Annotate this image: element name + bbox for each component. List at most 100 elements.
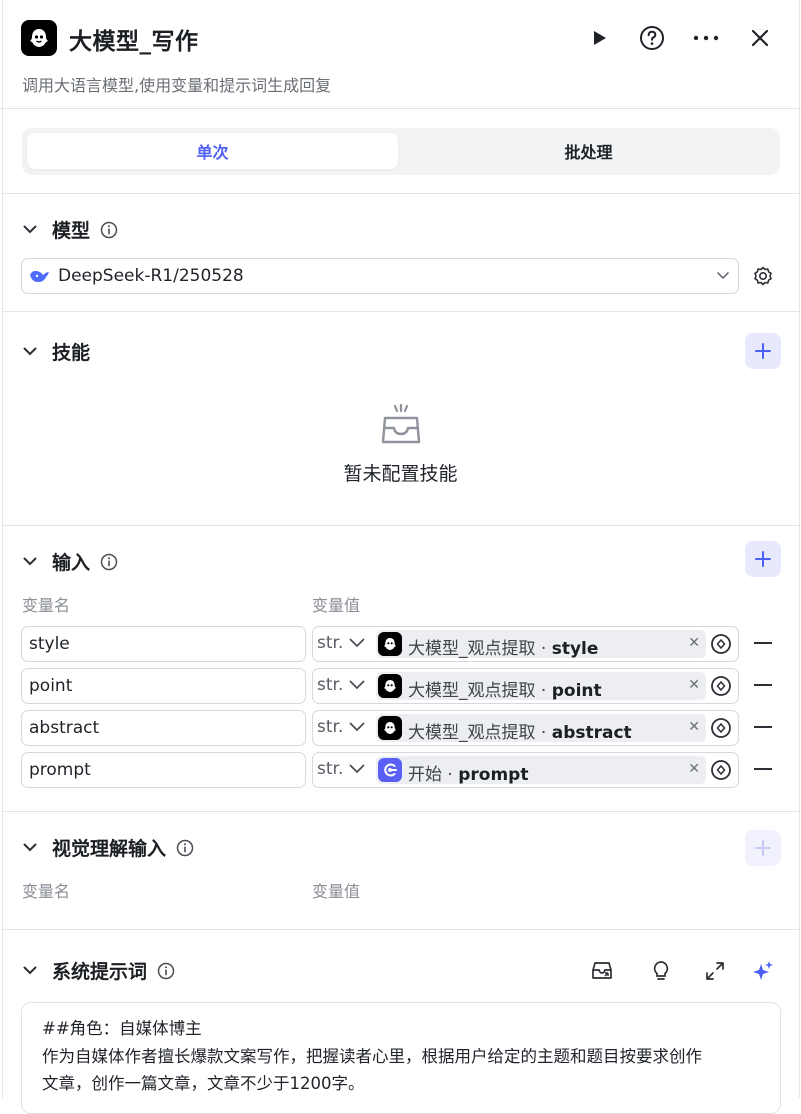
panel-right-border — [799, 0, 800, 1098]
tab-batch[interactable]: 批处理 — [402, 133, 775, 169]
remove-row-icon[interactable] — [754, 726, 772, 728]
run-icon[interactable] — [585, 24, 613, 52]
model-settings-gear-icon[interactable] — [751, 264, 775, 288]
model-select[interactable]: DeepSeek-R1/250528 — [21, 258, 739, 294]
variable-type-select[interactable]: str. — [312, 752, 374, 788]
variable-name-input[interactable]: point — [21, 668, 306, 704]
chevron-down-icon — [349, 680, 365, 690]
panel-left-border — [2, 0, 3, 1098]
variable-name-input[interactable]: style — [21, 626, 306, 662]
remove-row-icon[interactable] — [754, 768, 772, 770]
variable-picker-icon[interactable] — [710, 759, 732, 781]
variable-type-text: str. — [317, 717, 344, 737]
prompt-line: 文章，创作一篇文章，文章不少于1200字。 — [42, 1074, 365, 1093]
close-icon[interactable] — [746, 24, 774, 52]
col-header-value: 变量值 — [312, 882, 361, 901]
skills-section-title: 技能 — [52, 342, 91, 364]
model-section-header[interactable]: 模型 — [22, 216, 118, 243]
variable-picker-icon[interactable] — [710, 675, 732, 697]
variable-name-text: point — [29, 676, 73, 696]
variable-name-text: style — [29, 634, 70, 654]
add-skill-button[interactable] — [745, 333, 781, 369]
system-prompt-section-header[interactable]: 系统提示词 — [22, 957, 175, 984]
ai-sparkle-icon[interactable] — [750, 958, 776, 984]
info-icon[interactable] — [157, 962, 175, 980]
reference-text: 大模型_观点提取 · style — [408, 639, 599, 659]
clear-reference-icon[interactable]: ✕ — [688, 635, 700, 651]
system-prompt-editor[interactable]: ##角色：自媒体博主 作为自媒体作者擅长爆款文案写作，把握读者心里，根据用户给定… — [21, 1002, 781, 1114]
deepseek-whale-icon — [30, 270, 49, 282]
vision-section-title: 视觉理解输入 — [52, 838, 167, 860]
reference-text: 开始 · prompt — [408, 765, 529, 785]
variable-type-text: str. — [317, 759, 344, 779]
mode-tabs: 单次 批处理 — [22, 128, 780, 175]
help-icon[interactable] — [638, 24, 666, 52]
plus-icon — [755, 840, 771, 856]
reference-chip[interactable]: 大模型_观点提取 · point ✕ — [376, 672, 706, 701]
vision-section-header[interactable]: 视觉理解输入 — [22, 834, 194, 861]
chevron-down-icon[interactable] — [22, 963, 38, 979]
remove-row-icon[interactable] — [754, 642, 772, 644]
variable-picker-icon[interactable] — [710, 717, 732, 739]
variable-value-ref[interactable]: 开始 · prompt ✕ — [372, 752, 739, 788]
library-icon[interactable] — [589, 958, 615, 984]
chevron-down-icon — [349, 722, 365, 732]
chevron-down-icon[interactable] — [22, 344, 38, 360]
chevron-down-icon[interactable] — [22, 840, 38, 856]
chevron-down-icon[interactable] — [22, 554, 38, 570]
llm-node-icon — [378, 632, 402, 656]
reference-chip[interactable]: 开始 · prompt ✕ — [376, 756, 706, 785]
variable-name-input[interactable]: prompt — [21, 752, 306, 788]
variable-name-text: abstract — [29, 718, 100, 738]
skills-section-header[interactable]: 技能 — [22, 338, 90, 365]
system-prompt-title: 系统提示词 — [52, 961, 148, 983]
variable-type-select[interactable]: str. — [312, 710, 374, 746]
variable-type-text: str. — [317, 675, 344, 695]
plus-icon — [755, 551, 771, 567]
chevron-down-icon — [349, 638, 365, 648]
variable-type-select[interactable]: str. — [312, 668, 374, 704]
skills-empty-text: 暂未配置技能 — [343, 463, 458, 485]
empty-inbox-icon — [379, 403, 423, 446]
variable-name-input[interactable]: abstract — [21, 710, 306, 746]
divider — [3, 193, 800, 194]
info-icon[interactable] — [176, 839, 194, 857]
tab-single[interactable]: 单次 — [27, 133, 398, 169]
info-icon[interactable] — [100, 221, 118, 239]
input-section-header[interactable]: 输入 — [22, 548, 118, 575]
node-title: 大模型_写作 — [69, 29, 199, 55]
clear-reference-icon[interactable]: ✕ — [688, 761, 700, 777]
clear-reference-icon[interactable]: ✕ — [688, 677, 700, 693]
reference-chip[interactable]: 大模型_观点提取 · abstract ✕ — [376, 714, 706, 743]
model-name: DeepSeek-R1/250528 — [58, 266, 244, 286]
reference-text: 大模型_观点提取 · abstract — [408, 723, 632, 743]
variable-type-select[interactable]: str. — [312, 626, 374, 662]
divider — [3, 311, 800, 312]
input-section-title: 输入 — [52, 552, 91, 574]
info-icon[interactable] — [100, 553, 118, 571]
divider — [3, 811, 800, 812]
variable-value-ref[interactable]: 大模型_观点提取 · point ✕ — [372, 668, 739, 704]
chevron-down-icon — [717, 272, 729, 280]
add-vision-input-button[interactable] — [745, 830, 781, 866]
llm-node-icon — [378, 716, 402, 740]
variable-value-ref[interactable]: 大模型_观点提取 · style ✕ — [372, 626, 739, 662]
node-config-panel: 大模型_写作 调用大语言模型,使用变量和提示词生成回复 单次 批处理 模型 De… — [0, 0, 801, 1114]
variable-value-ref[interactable]: 大模型_观点提取 · abstract ✕ — [372, 710, 739, 746]
plus-icon — [755, 343, 771, 359]
variable-picker-icon[interactable] — [710, 633, 732, 655]
divider — [3, 929, 800, 930]
chevron-down-icon[interactable] — [22, 222, 38, 238]
clear-reference-icon[interactable]: ✕ — [688, 719, 700, 735]
expand-icon[interactable] — [702, 958, 728, 984]
node-description: 调用大语言模型,使用变量和提示词生成回复 — [22, 76, 332, 95]
more-icon[interactable] — [692, 24, 720, 52]
llm-node-icon — [21, 20, 57, 56]
add-input-button[interactable] — [745, 541, 781, 577]
col-header-name: 变量名 — [22, 596, 71, 615]
idea-icon[interactable] — [648, 958, 674, 984]
prompt-line: 作为自媒体作者擅长爆款文案写作，把握读者心里，根据用户给定的主题和题目按要求创作 — [42, 1047, 702, 1066]
reference-chip[interactable]: 大模型_观点提取 · style ✕ — [376, 630, 706, 659]
remove-row-icon[interactable] — [754, 684, 772, 686]
panel-header: 大模型_写作 调用大语言模型,使用变量和提示词生成回复 — [0, 0, 801, 109]
